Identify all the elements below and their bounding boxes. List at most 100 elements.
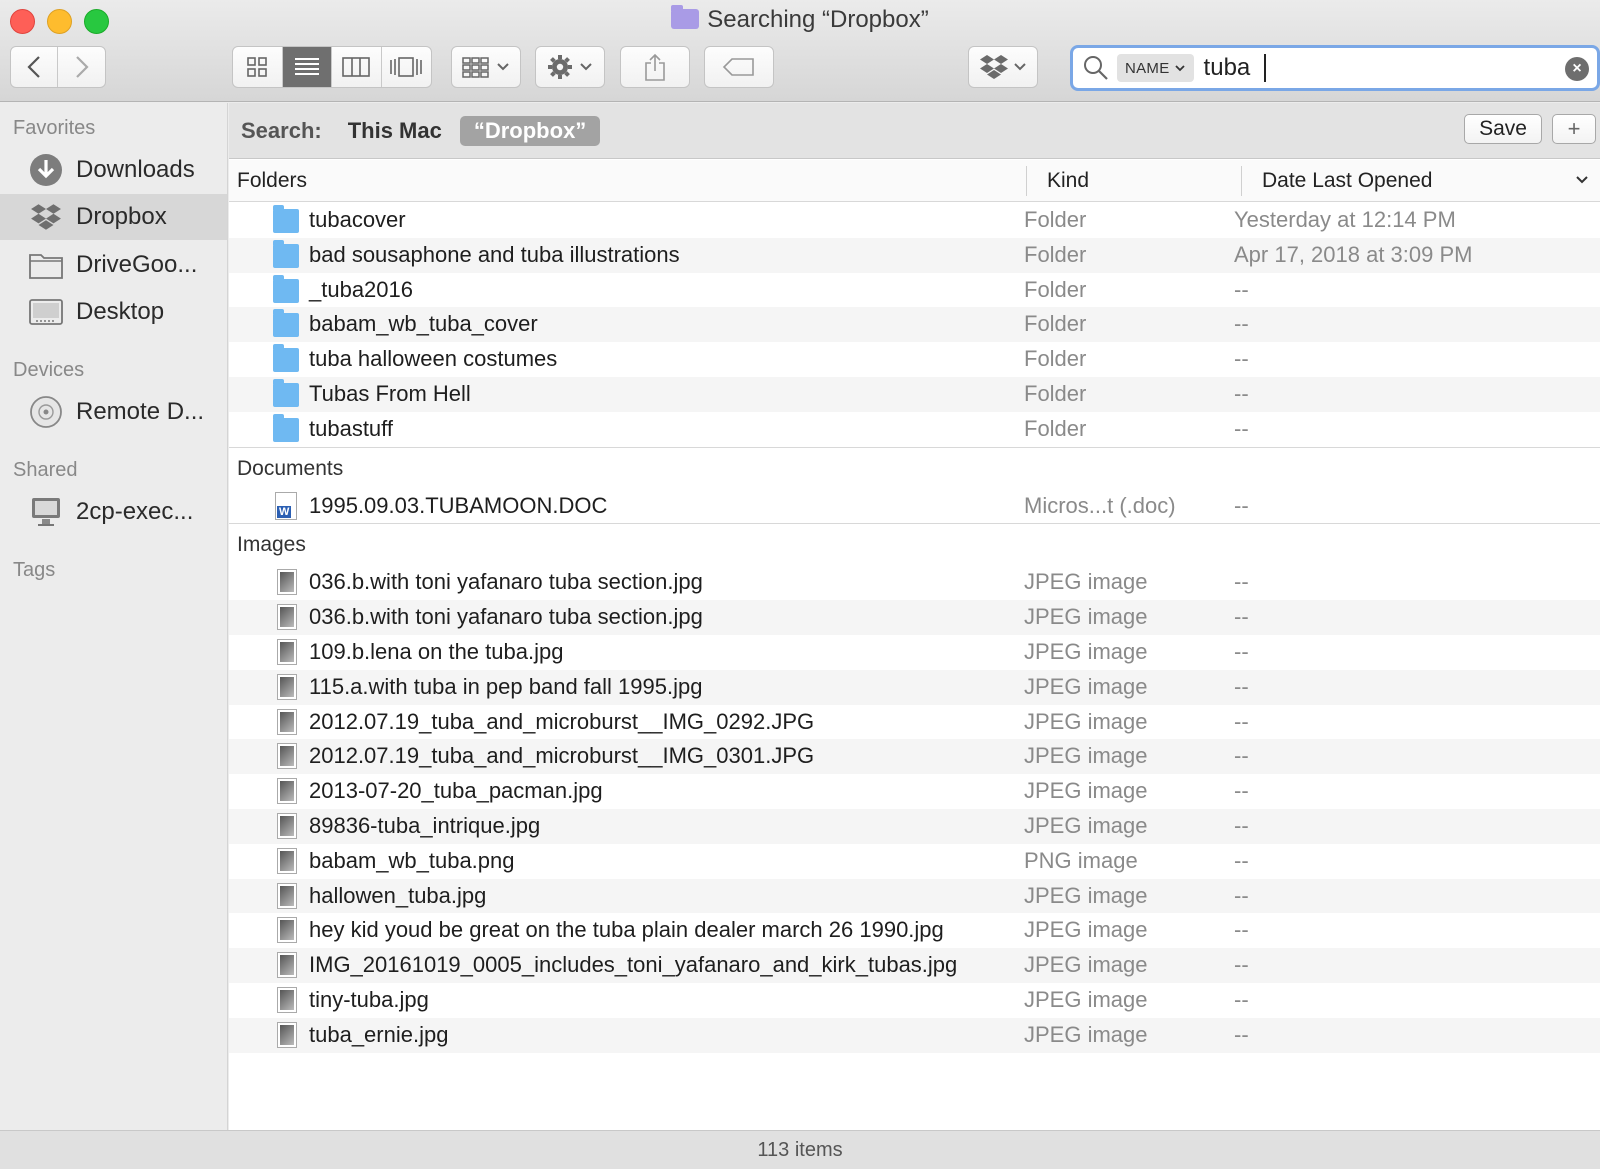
list-item[interactable]: 036.b.with toni yafanaro tuba section.jp… — [229, 600, 1600, 635]
file-kind: Folder — [1024, 311, 1087, 337]
chevron-down-icon — [1576, 176, 1588, 184]
share-button[interactable] — [620, 46, 690, 88]
add-criteria-button[interactable]: + — [1552, 114, 1596, 144]
image-thumbnail-icon — [277, 743, 297, 770]
image-thumbnail-icon — [277, 638, 297, 665]
list-item[interactable]: tubastuff Folder -- — [229, 412, 1600, 447]
image-thumbnail-icon — [277, 917, 297, 944]
list-item[interactable]: 036.b.with toni yafanaro tuba section.jp… — [229, 565, 1600, 600]
list-item[interactable]: hey kid youd be great on the tuba plain … — [229, 913, 1600, 948]
folder-icon — [273, 378, 299, 407]
list-item[interactable]: 1995.09.03.TUBAMOON.DOC Micros...t (.doc… — [229, 489, 1600, 524]
icon-view-button[interactable] — [233, 47, 283, 87]
column-divider[interactable] — [1241, 166, 1242, 196]
search-input[interactable]: tuba — [1204, 54, 1267, 82]
file-date-last-opened: -- — [1234, 743, 1249, 769]
list-item[interactable]: 2012.07.19_tuba_and_microburst__IMG_0301… — [229, 739, 1600, 775]
list-item[interactable]: babam_wb_tuba.png PNG image -- — [229, 844, 1600, 879]
file-kind: JPEG image — [1024, 708, 1148, 734]
forward-button[interactable] — [58, 47, 105, 87]
file-kind: Folder — [1024, 346, 1087, 372]
list-item[interactable]: tuba halloween costumes Folder -- — [229, 342, 1600, 377]
file-kind: JPEG image — [1024, 812, 1148, 838]
clear-search-button[interactable]: × — [1565, 57, 1589, 81]
file-date-last-opened: -- — [1234, 778, 1249, 804]
sidebar-item-drivegoogle[interactable]: DriveGoo... — [0, 242, 227, 288]
file-kind: JPEG image — [1024, 778, 1148, 804]
list-view-button[interactable] — [282, 47, 332, 87]
dropbox-icon — [28, 199, 64, 235]
file-name: babam_wb_tuba.png — [309, 847, 515, 873]
search-scope-label: Search: — [241, 117, 322, 143]
file-kind: JPEG image — [1024, 569, 1148, 595]
file-name: 1995.09.03.TUBAMOON.DOC — [309, 492, 608, 518]
image-thumbnail-icon — [277, 604, 297, 631]
list-item[interactable]: Tubas From Hell Folder -- — [229, 376, 1600, 412]
list-item[interactable]: hallowen_tuba.jpg JPEG image -- — [229, 878, 1600, 914]
file-name: _tuba2016 — [309, 276, 413, 302]
column-view-button[interactable] — [332, 47, 382, 87]
search-field[interactable]: NAME tuba × — [1070, 45, 1600, 91]
column-header-kind[interactable]: Kind — [1047, 160, 1089, 202]
folder-icon — [273, 274, 299, 303]
navigation-buttons — [10, 46, 106, 88]
list-item[interactable]: 2012.07.19_tuba_and_microburst__IMG_0292… — [229, 705, 1600, 740]
list-icon — [294, 58, 319, 75]
image-thumbnail-icon — [277, 673, 297, 700]
search-token-name[interactable]: NAME — [1117, 54, 1194, 82]
sidebar-item-remote-disc[interactable]: Remote D... — [0, 389, 227, 435]
list-item[interactable]: tubacover Folder Yesterday at 12:14 PM — [229, 203, 1600, 238]
sidebar-item-dropbox[interactable]: Dropbox — [0, 194, 227, 240]
scope-dropbox-button[interactable]: “Dropbox” — [459, 115, 601, 146]
list-item[interactable]: IMG_20161019_0005_includes_toni_yafanaro… — [229, 948, 1600, 983]
dropbox-icon — [980, 55, 1008, 79]
file-name: tiny-tuba.jpg — [309, 986, 429, 1012]
list-item[interactable]: _tuba2016 Folder -- — [229, 273, 1600, 308]
cover-flow-view-button[interactable] — [382, 47, 432, 87]
action-button[interactable] — [535, 46, 605, 88]
column-header-date-last-opened[interactable]: Date Last Opened — [1262, 160, 1432, 202]
sidebar-item-downloads[interactable]: Downloads — [0, 147, 227, 193]
desktop-icon — [28, 294, 64, 330]
sidebar-item-label: Dropbox — [76, 203, 167, 230]
view-mode-control — [232, 46, 432, 88]
sidebar-item-desktop[interactable]: Desktop — [0, 289, 227, 335]
file-name: 2012.07.19_tuba_and_microburst__IMG_0301… — [309, 743, 815, 769]
sidebar-item-label: Remote D... — [76, 398, 205, 425]
list-item[interactable]: tuba_ernie.jpg JPEG image -- — [229, 1017, 1600, 1053]
file-date-last-opened: -- — [1234, 604, 1249, 630]
list-item[interactable]: 89836-tuba_intrique.jpg JPEG image -- — [229, 808, 1600, 844]
dropbox-menu-button[interactable] — [968, 46, 1038, 88]
file-kind: Folder — [1024, 207, 1087, 232]
list-item[interactable]: 115.a.with tuba in pep band fall 1995.jp… — [229, 669, 1600, 705]
file-kind: JPEG image — [1024, 673, 1148, 699]
window-title: Searching “Dropbox” — [0, 5, 1600, 34]
edit-tags-button[interactable] — [704, 46, 774, 88]
list-item[interactable]: 109.b.lena on the tuba.jpg JPEG image -- — [229, 635, 1600, 670]
column-divider[interactable] — [1026, 166, 1027, 196]
file-date-last-opened: -- — [1234, 986, 1249, 1012]
tag-icon — [722, 58, 754, 76]
column-header-name[interactable]: Folders — [237, 160, 307, 202]
save-search-button[interactable]: Save — [1464, 114, 1542, 144]
folders-group: tubacover Folder Yesterday at 12:14 PM b… — [229, 203, 1600, 447]
scope-this-mac-button[interactable]: This Mac — [348, 118, 442, 144]
file-date-last-opened: -- — [1234, 638, 1249, 664]
file-kind: JPEG image — [1024, 743, 1148, 769]
gear-icon — [548, 55, 572, 79]
file-name: 89836-tuba_intrique.jpg — [309, 812, 541, 838]
arrange-button[interactable] — [451, 46, 521, 88]
columns-icon — [342, 57, 371, 77]
file-date-last-opened: -- — [1234, 708, 1249, 734]
sidebar: Favorites Downloads Dropbox DriveGoo... … — [0, 103, 228, 1131]
sidebar-item-shared-computer[interactable]: 2cp-exec... — [0, 489, 227, 535]
list-item[interactable]: babam_wb_tuba_cover Folder -- — [229, 307, 1600, 343]
image-thumbnail-icon — [277, 952, 297, 979]
list-item[interactable]: 2013-07-20_tuba_pacman.jpg JPEG image -- — [229, 774, 1600, 809]
back-button[interactable] — [11, 47, 59, 87]
list-item[interactable]: tiny-tuba.jpg JPEG image -- — [229, 983, 1600, 1018]
window-toolbar: Searching “Dropbox” NAME tuba × — [0, 0, 1600, 102]
main-content: Search: This Mac “Dropbox” Save + Folder… — [229, 103, 1600, 1131]
list-item[interactable]: bad sousaphone and tuba illustrations Fo… — [229, 237, 1600, 273]
item-count: 113 items — [757, 1138, 843, 1161]
